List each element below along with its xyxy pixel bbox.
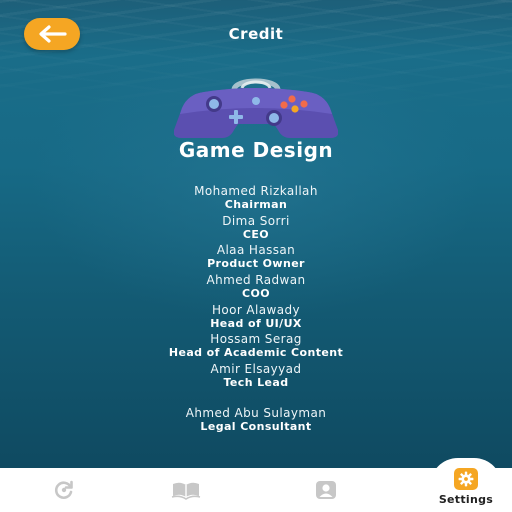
credit-role: Head of UI/UX — [210, 317, 302, 330]
credit-entry: Alaa Hassan Product Owner — [0, 243, 512, 270]
credit-entry: Dima Sorri CEO — [0, 214, 512, 241]
credit-role: Chairman — [224, 198, 288, 211]
credit-entry: Mohamed Rizkallah Chairman — [0, 184, 512, 211]
credit-name: Alaa Hassan — [216, 243, 296, 257]
settings-icon-badge — [454, 468, 478, 490]
book-icon — [171, 482, 201, 500]
credit-entry: Ahmed Radwan COO — [0, 273, 512, 300]
tab-library[interactable] — [122, 468, 250, 512]
profile-icon — [316, 481, 336, 499]
credit-entry: Amir Elsayyad Tech Lead — [0, 362, 512, 389]
tab-settings-label: Settings — [438, 493, 494, 506]
credit-screen: Credit Game Design Mohamed Rizkallah Cha… — [0, 0, 512, 468]
credit-name: Dima Sorri — [222, 214, 290, 228]
credit-entry: Hossam Serag Head of Academic Content — [0, 332, 512, 359]
gear-icon — [458, 471, 474, 487]
credit-name: Amir Elsayyad — [210, 362, 302, 376]
page-title: Credit — [228, 25, 284, 43]
credit-name: Hoor Alawady — [211, 303, 301, 317]
gamepad-icon — [174, 78, 338, 138]
credit-name: Hossam Serag — [210, 332, 302, 346]
credit-entry: Hoor Alawady Head of UI/UX — [0, 303, 512, 330]
refresh-icon — [54, 480, 73, 499]
section-title: Game Design — [178, 138, 334, 162]
credit-role: COO — [242, 287, 270, 300]
credit-role: Product Owner — [207, 257, 305, 270]
credit-name: Ahmed Abu Sulayman — [185, 406, 327, 420]
credit-entry: Ahmed Abu Sulayman Legal Consultant — [0, 406, 512, 433]
credit-role: Legal Consultant — [200, 420, 312, 433]
credit-role: CEO — [242, 228, 270, 241]
credit-name: Mohamed Rizkallah — [194, 184, 318, 198]
credit-name: Ahmed Radwan — [206, 273, 306, 287]
credit-role: Tech Lead — [223, 376, 289, 389]
tab-profile[interactable] — [262, 468, 390, 512]
tab-refresh[interactable] — [0, 468, 128, 512]
credit-role: Head of Academic Content — [168, 346, 344, 359]
tab-settings[interactable]: Settings — [424, 466, 508, 510]
